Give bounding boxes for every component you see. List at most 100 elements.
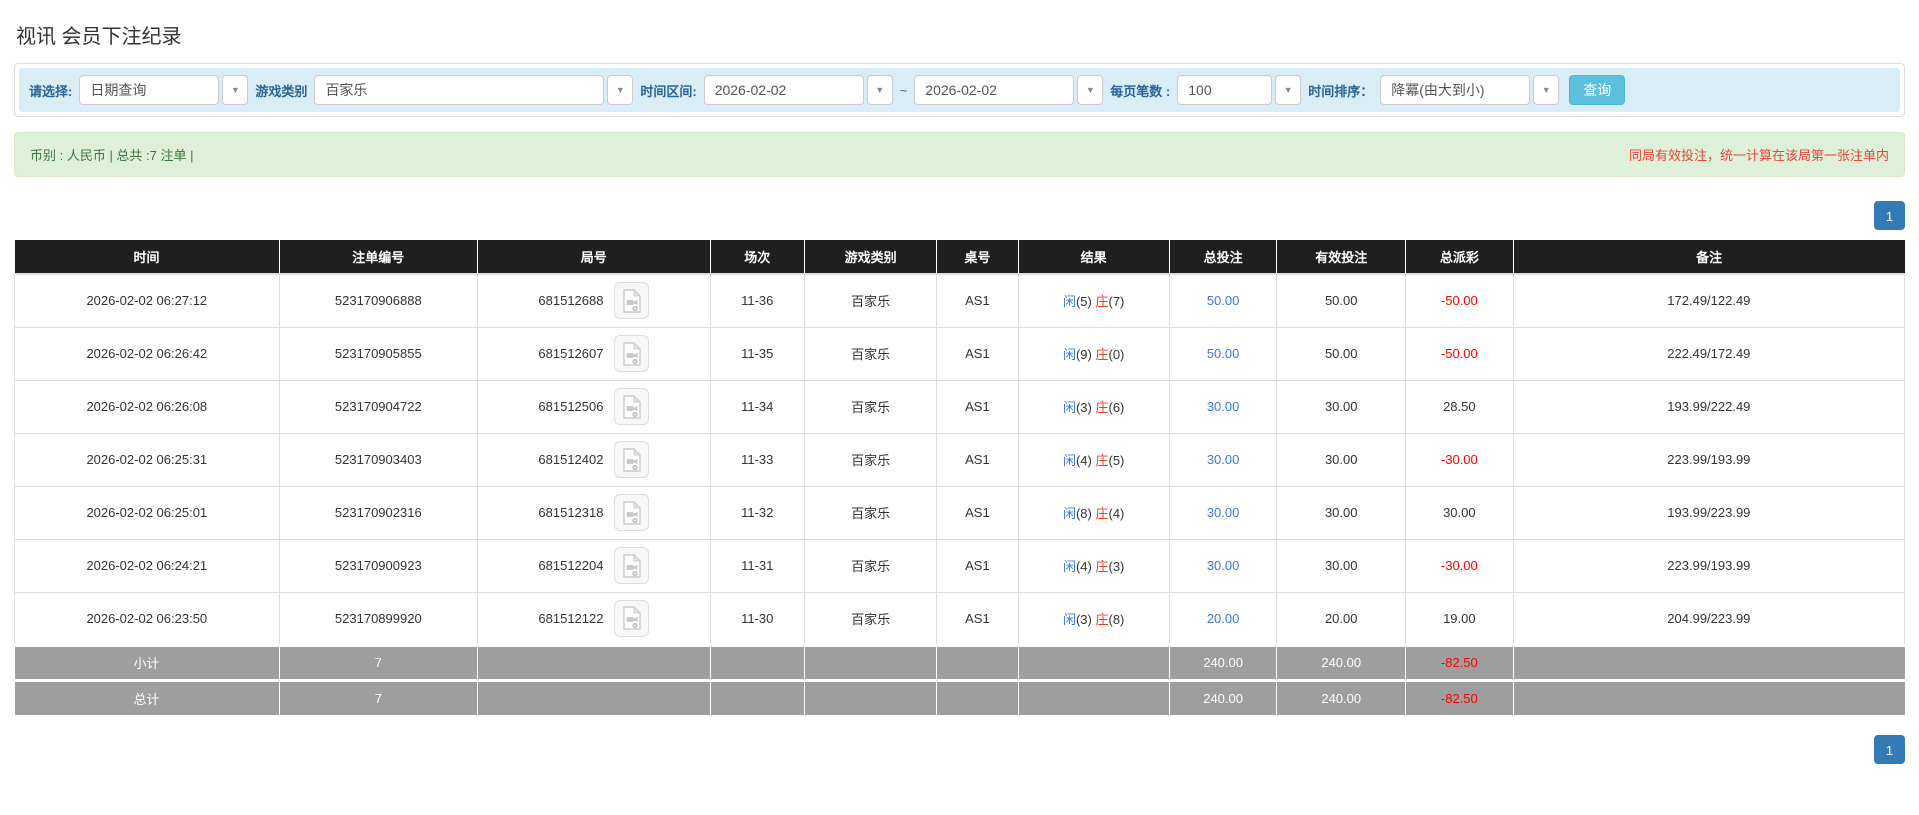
cell-session: 11-35: [709, 326, 805, 381]
video-replay-button[interactable]: [614, 388, 650, 425]
round-number: 681512506: [538, 399, 604, 414]
cell-valid-bet: 50.00: [1276, 326, 1406, 381]
result-player-label: 闲: [1062, 559, 1076, 574]
chevron-down-icon: ▼: [1283, 85, 1293, 95]
cell-total-bet[interactable]: 50.00: [1168, 273, 1278, 328]
date-to-value[interactable]: 2026-02-02: [914, 75, 1075, 105]
cell-total-bet[interactable]: 20.00: [1168, 591, 1278, 646]
cell-valid-bet: 50.00: [1276, 273, 1406, 328]
search-button[interactable]: 查询: [1569, 75, 1626, 105]
cell-session: 11-34: [709, 379, 805, 434]
cell-result: 闲(5) 庄(7): [1017, 273, 1170, 328]
result-player-value: (4): [1075, 559, 1092, 574]
cell-round-id: 681512318: [477, 485, 711, 540]
cell-bet-id: 523170906888: [278, 273, 479, 328]
cell-total-bet[interactable]: 30.00: [1168, 379, 1278, 434]
chevron-down-icon: ▼: [615, 85, 625, 95]
cell-total-bet[interactable]: 30.00: [1168, 432, 1278, 487]
round-number: 681512688: [538, 293, 604, 309]
date-from-dropdown-toggle[interactable]: ▼: [866, 75, 893, 105]
video-replay-button[interactable]: [614, 282, 650, 320]
cell-result: 闲(8) 庄(4): [1017, 485, 1170, 540]
result-banker-value: (3): [1108, 559, 1125, 574]
query-type-dropdown-toggle[interactable]: ▼: [222, 75, 249, 105]
result-banker-label: 庄: [1095, 294, 1109, 310]
game-type-value[interactable]: 百家乐: [314, 75, 605, 105]
video-file-icon: [622, 288, 641, 313]
cell-result: 闲(4) 庄(3): [1017, 538, 1170, 593]
result-player-label: 闲: [1062, 347, 1076, 362]
cell-game-type: 百家乐: [803, 326, 938, 381]
cell-game-type: 百家乐: [803, 485, 938, 540]
cell-total-bet[interactable]: 30.00: [1168, 538, 1278, 593]
cell-total-bet[interactable]: 30.00: [1168, 485, 1278, 540]
game-type-label: 游戏类别: [255, 83, 308, 99]
grand-total-empty-cell: [1018, 678, 1170, 715]
video-replay-button[interactable]: [614, 335, 650, 372]
time-sort-combobox: 降冪(由大到小) ▼: [1380, 75, 1560, 105]
cell-payout: -30.00: [1404, 538, 1514, 593]
game-type-dropdown-toggle[interactable]: ▼: [607, 75, 634, 105]
grand-total-valid-bet: 240.00: [1276, 678, 1406, 715]
video-replay-button[interactable]: [614, 599, 650, 637]
cell-round-id: 681512688: [477, 273, 711, 328]
cell-round-id: 681512607: [477, 326, 711, 381]
video-file-icon: [622, 553, 641, 578]
page-size-dropdown-toggle[interactable]: ▼: [1275, 75, 1302, 105]
page-root: 视讯 会员下注纪录 请选择: 日期查询 ▼ 游戏类别 百家乐 ▼ 时间区间: 2…: [0, 0, 1919, 764]
result-player-value: (5): [1075, 294, 1092, 310]
cell-payout: -50.00: [1404, 273, 1514, 328]
cell-payout: -50.00: [1404, 326, 1514, 381]
header-round-id: 局号: [477, 240, 711, 275]
result-banker-value: (8): [1108, 611, 1125, 627]
cell-table-no: AS1: [936, 432, 1019, 487]
table-row: 2026-02-02 06:24:21 523170900923 6815122…: [14, 538, 1906, 593]
cell-bet-id: 523170899920: [278, 591, 479, 646]
cell-session: 11-36: [709, 273, 805, 328]
cell-total-bet[interactable]: 50.00: [1168, 326, 1278, 381]
cell-valid-bet: 30.00: [1276, 485, 1406, 540]
cell-round-id: 681512122: [477, 591, 711, 646]
subtotal-total-bet: 240.00: [1169, 643, 1278, 680]
page-1-button[interactable]: 1: [1874, 735, 1905, 764]
date-from-value[interactable]: 2026-02-02: [703, 75, 864, 105]
query-type-value[interactable]: 日期查询: [79, 75, 220, 105]
table-header-row: 时间 注单编号 局号 场次 游戏类别 桌号 结果 总投注 有效投注 总派彩 备注: [14, 240, 1905, 275]
page-1-button[interactable]: 1: [1874, 201, 1905, 230]
header-table-no: 桌号: [936, 240, 1019, 275]
cell-valid-bet: 20.00: [1276, 591, 1406, 646]
filter-panel: 请选择: 日期查询 ▼ 游戏类别 百家乐 ▼ 时间区间: 2026-02-02 …: [14, 63, 1905, 117]
header-bet-id: 注单编号: [279, 240, 479, 275]
cell-payout: 30.00: [1404, 485, 1514, 540]
date-range-tilde: ~: [899, 82, 908, 98]
date-to-dropdown-toggle[interactable]: ▼: [1077, 75, 1104, 105]
grand-total-count: 7: [279, 678, 479, 715]
time-sort-label: 时间排序：: [1308, 83, 1374, 99]
summary-bar: 币别 : 人民币 | 总共 :7 注单 | 同局有效投注，统一计算在该局第一张注…: [14, 132, 1905, 177]
cell-result: 闲(3) 庄(6): [1017, 379, 1170, 434]
table-row: 2026-02-02 06:26:08 523170904722 6815125…: [14, 379, 1906, 434]
cell-valid-bet: 30.00: [1276, 379, 1406, 434]
cell-result: 闲(9) 庄(0): [1017, 326, 1170, 381]
video-replay-button[interactable]: [614, 494, 650, 531]
header-game-type: 游戏类别: [804, 240, 938, 275]
subtotal-payout: -82.50: [1405, 643, 1514, 680]
header-total-bet: 总投注: [1169, 240, 1278, 275]
subtotal-empty-cell: [710, 643, 805, 680]
video-replay-button[interactable]: [614, 441, 650, 478]
page-size-value[interactable]: 100: [1177, 75, 1273, 105]
subtotal-empty-cell: [1018, 643, 1170, 680]
time-sort-dropdown-toggle[interactable]: ▼: [1533, 75, 1560, 105]
grand-total-empty-cell: [710, 678, 805, 715]
result-player-value: (8): [1075, 506, 1092, 521]
header-valid-bet: 有效投注: [1276, 240, 1406, 275]
grand-total-empty-cell: [477, 678, 711, 715]
cell-remark: 193.99/222.49: [1512, 379, 1906, 434]
round-number: 681512204: [538, 558, 604, 573]
video-replay-button[interactable]: [614, 547, 650, 584]
table-row: 2026-02-02 06:25:01 523170902316 6815123…: [14, 485, 1906, 540]
cell-time: 2026-02-02 06:26:42: [14, 326, 280, 381]
header-payout: 总派彩: [1405, 240, 1514, 275]
subtotal-count: 7: [279, 643, 479, 680]
time-sort-value[interactable]: 降冪(由大到小): [1380, 75, 1531, 105]
